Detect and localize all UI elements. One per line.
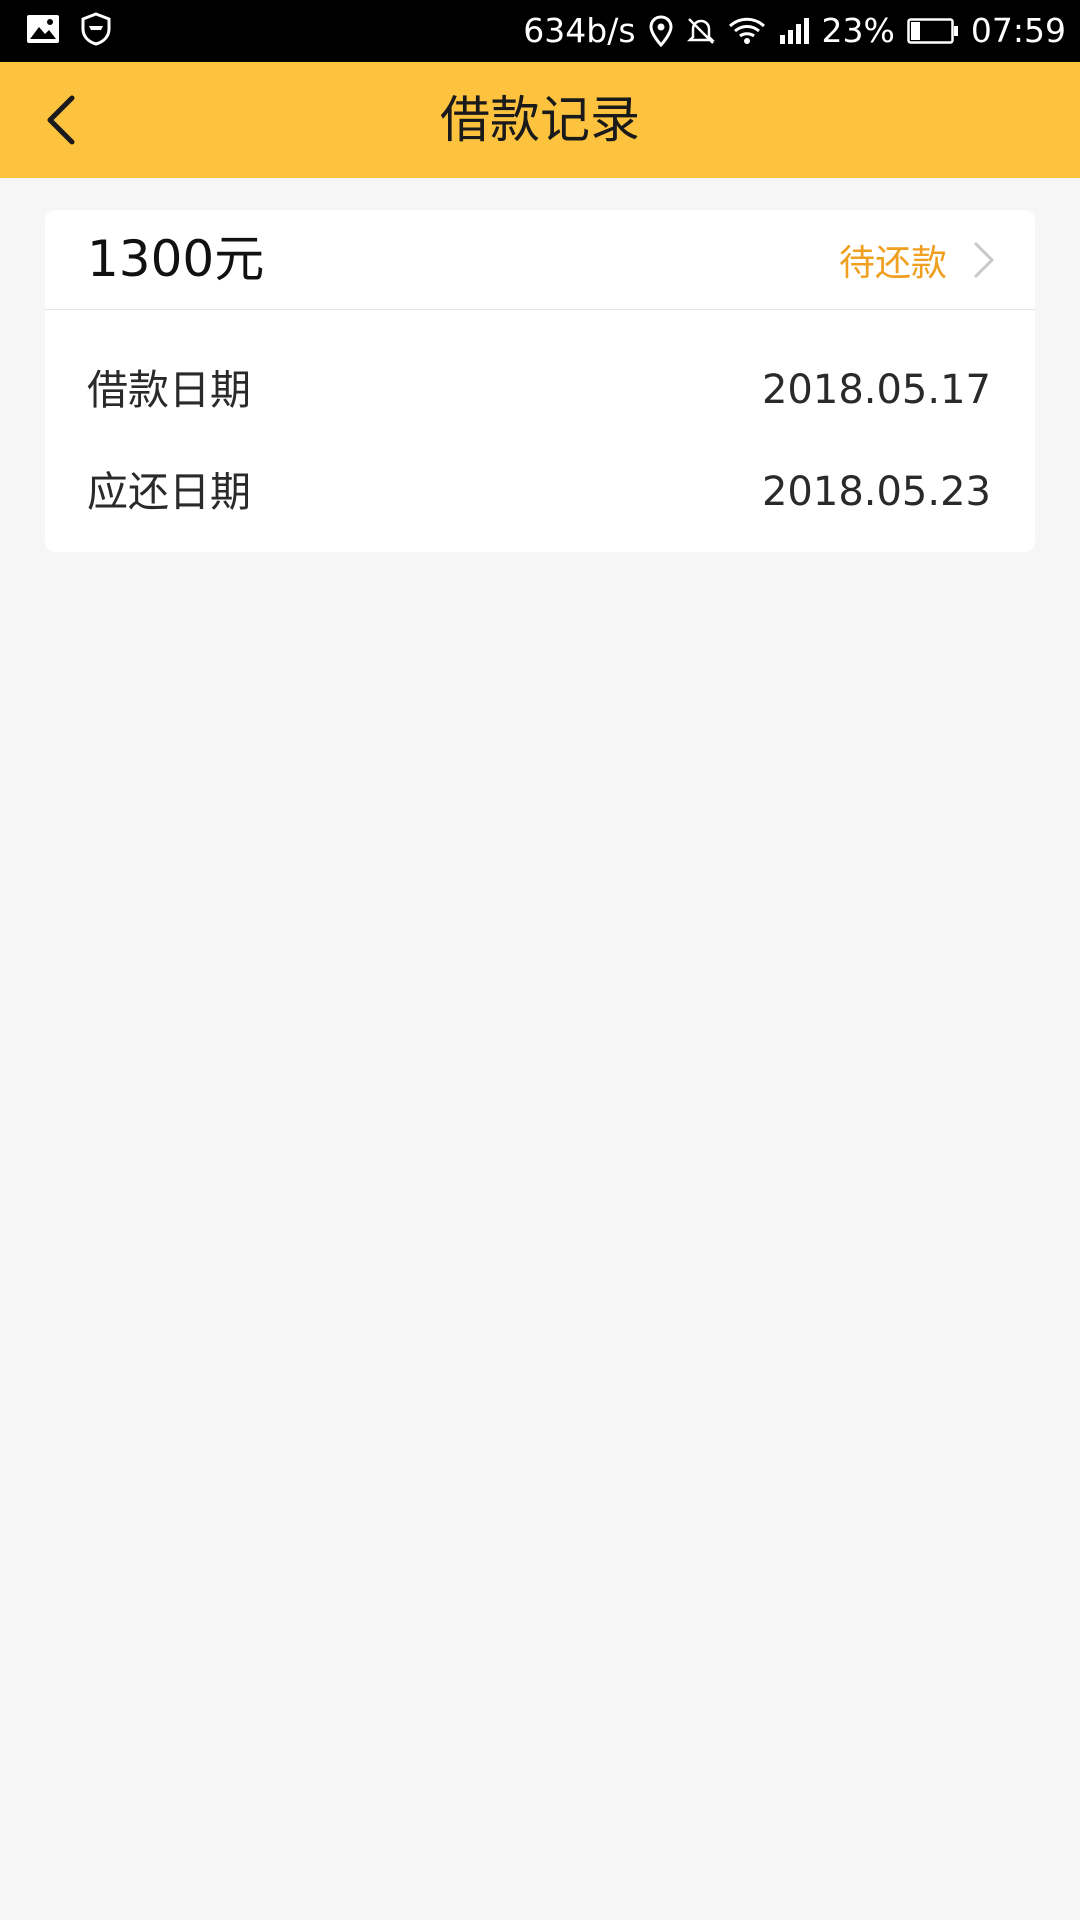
signal-icon xyxy=(778,17,810,45)
app-header: 借款记录 xyxy=(0,62,1080,178)
network-speed: 634b/s xyxy=(523,11,636,50)
image-icon xyxy=(26,14,60,48)
battery-icon xyxy=(907,17,959,45)
due-date-value: 2018.05.23 xyxy=(761,469,991,515)
chevron-right-icon xyxy=(974,242,994,277)
chevron-left-icon xyxy=(47,95,75,145)
location-icon xyxy=(648,15,674,47)
loan-record-summary: 1300元 待还款 xyxy=(45,210,1035,310)
loan-status[interactable]: 待还款 xyxy=(839,210,995,309)
due-date-label: 应还日期 xyxy=(87,468,251,516)
loan-record-card[interactable]: 1300元 待还款 借款日期 2018.05.17 应还日期 2018.05.2… xyxy=(45,210,1035,552)
page-title: 借款记录 xyxy=(440,91,640,149)
status-bar-right: 634b/s 23% 07:59 xyxy=(523,0,1066,62)
shield-icon xyxy=(80,12,112,50)
battery-percent: 23% xyxy=(821,11,895,50)
loan-date-value: 2018.05.17 xyxy=(761,367,991,413)
loan-date-label: 借款日期 xyxy=(87,366,251,414)
status-bar-left xyxy=(26,12,112,50)
back-button[interactable] xyxy=(28,88,92,152)
repayment-status-label: 待还款 xyxy=(838,242,947,284)
clock: 07:59 xyxy=(970,11,1066,50)
mute-icon xyxy=(686,16,716,46)
status-bar: 634b/s 23% 07:59 xyxy=(0,0,1080,62)
loan-date-row: 借款日期 2018.05.17 xyxy=(87,360,991,420)
loan-amount: 1300元 xyxy=(87,230,265,288)
due-date-row: 应还日期 2018.05.23 xyxy=(87,462,991,522)
wifi-icon xyxy=(728,16,766,46)
